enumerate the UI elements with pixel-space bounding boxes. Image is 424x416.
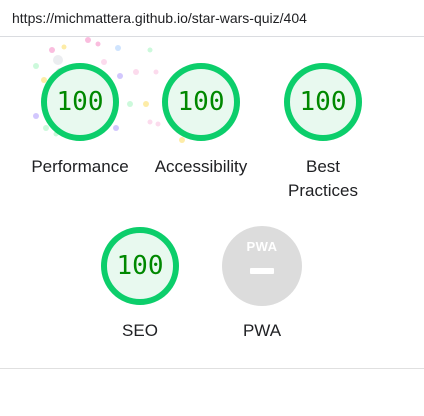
gauge-performance[interactable]: 100 Performance (20, 62, 140, 179)
score-value: 100 (177, 87, 225, 117)
gauge-accessibility[interactable]: 100 Accessibility (141, 62, 261, 179)
gauge-label-line2: Practices (288, 181, 358, 200)
gauge-label: PWA (242, 321, 282, 340)
pwa-logo-text: PWA (246, 239, 278, 254)
score-ring: 100 (283, 62, 363, 142)
pwa-dash-icon (250, 268, 274, 274)
score-value: 100 (56, 87, 104, 117)
score-ring: 100 (100, 226, 180, 306)
score-value: 100 (116, 251, 164, 281)
gauge-label-line1: Best (305, 157, 341, 176)
pwa-badge-icon: PWA (222, 226, 302, 306)
gauge-label: Accessibility (154, 157, 248, 176)
gauge-label: SEO (122, 321, 158, 340)
gauge-label: Performance (31, 157, 129, 176)
gauge-seo[interactable]: 100 SEO (80, 226, 200, 343)
gauge-best-practices[interactable]: 100 Best Practices (263, 62, 383, 203)
address-bar[interactable]: https://michmattera.github.io/star-wars-… (0, 0, 424, 37)
divider (0, 368, 424, 369)
gauge-pwa[interactable]: PWA PWA (202, 226, 322, 343)
score-ring: 100 (40, 62, 120, 142)
url-text[interactable]: https://michmattera.github.io/star-wars-… (12, 10, 307, 26)
gauge-label: Best Practices (263, 155, 383, 203)
score-value: 100 (299, 87, 347, 117)
score-ring: 100 (161, 62, 241, 142)
